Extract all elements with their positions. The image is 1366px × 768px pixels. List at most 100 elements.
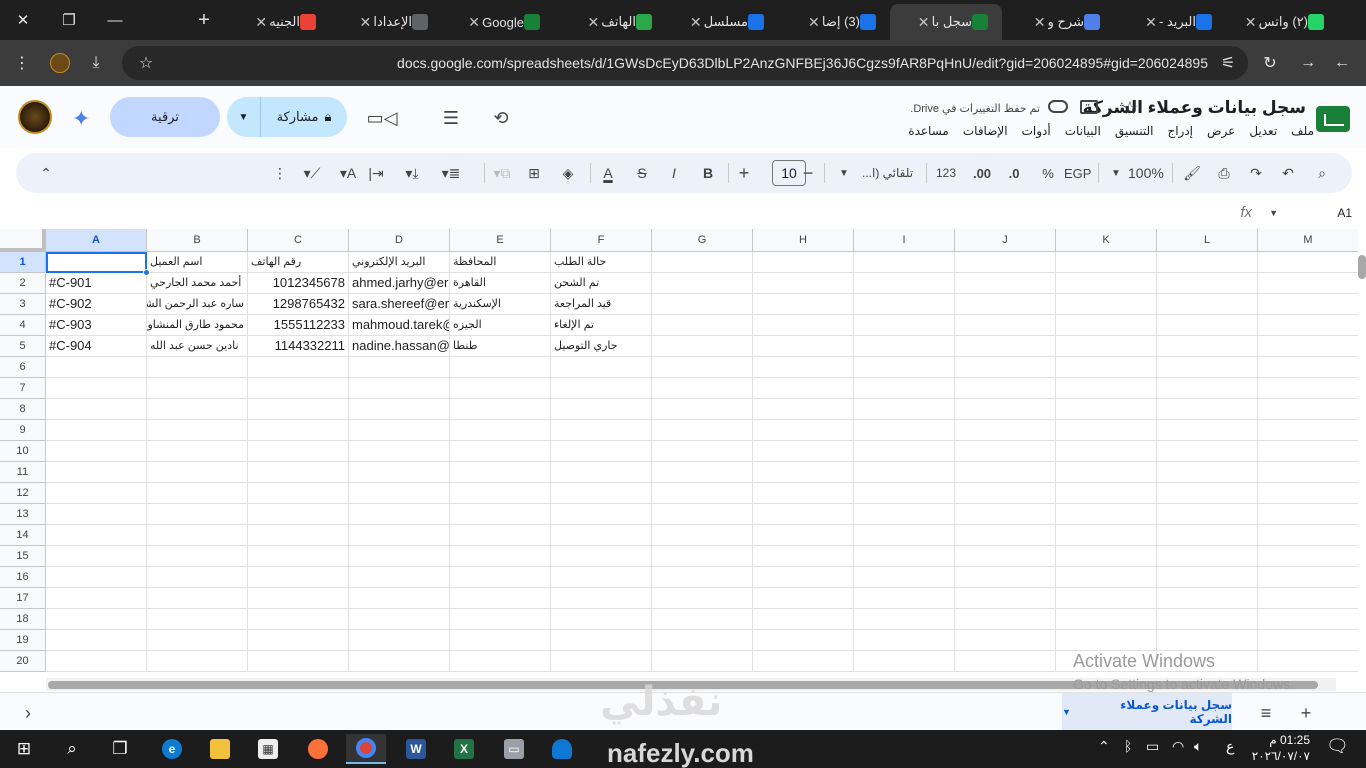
cell-J3[interactable] xyxy=(955,294,1056,315)
cell-I11[interactable] xyxy=(854,462,955,483)
cell-J12[interactable] xyxy=(955,483,1056,504)
cell-J8[interactable] xyxy=(955,399,1056,420)
select-all-corner[interactable] xyxy=(0,229,46,252)
meet-icon[interactable]: ▭◁ xyxy=(367,106,398,130)
row-header[interactable]: 3 xyxy=(0,294,46,315)
cell-C1[interactable]: رقم الهاتف xyxy=(248,252,349,273)
cell-E7[interactable] xyxy=(450,378,551,399)
close-window-button[interactable]: ✕ xyxy=(0,0,46,40)
font-size-increase-icon[interactable]: + xyxy=(734,161,754,185)
cell-C14[interactable] xyxy=(248,525,349,546)
redo-icon[interactable]: ↷ xyxy=(1246,161,1266,185)
cell-H2[interactable] xyxy=(753,273,854,294)
fill-color-icon[interactable]: ◈ xyxy=(558,161,578,185)
cell-G10[interactable] xyxy=(652,441,753,462)
cell-G18[interactable] xyxy=(652,609,753,630)
cell-I9[interactable] xyxy=(854,420,955,441)
cell-G16[interactable] xyxy=(652,567,753,588)
browser-tab[interactable]: البريد - ✕ xyxy=(1114,4,1226,40)
cell-H19[interactable] xyxy=(753,630,854,651)
cell-B4[interactable]: محمود طارق المنشاوي xyxy=(147,315,248,336)
browser-tab[interactable]: الجنيه ✕ xyxy=(218,4,330,40)
word-icon[interactable]: W xyxy=(396,734,436,764)
cell-H18[interactable] xyxy=(753,609,854,630)
browser-tab[interactable]: Google ✕ xyxy=(442,4,554,40)
cell-I5[interactable] xyxy=(854,336,955,357)
cell-I2[interactable] xyxy=(854,273,955,294)
cell-J16[interactable] xyxy=(955,567,1056,588)
cell-J2[interactable] xyxy=(955,273,1056,294)
cell-D16[interactable] xyxy=(349,567,450,588)
minimize-window-button[interactable]: — xyxy=(92,0,138,40)
cell-F8[interactable] xyxy=(551,399,652,420)
cell-D9[interactable] xyxy=(349,420,450,441)
cell-B11[interactable] xyxy=(147,462,248,483)
strikethrough-icon[interactable]: S xyxy=(632,161,652,185)
bookmark-star-icon[interactable]: ☆ xyxy=(134,51,158,75)
column-header[interactable]: A xyxy=(46,229,147,252)
cell-K3[interactable] xyxy=(1056,294,1157,315)
cell-H3[interactable] xyxy=(753,294,854,315)
cell-F11[interactable] xyxy=(551,462,652,483)
scanner-app-icon[interactable]: ▭ xyxy=(494,734,534,764)
close-tab-icon[interactable]: ✕ xyxy=(253,14,269,31)
cell-E6[interactable] xyxy=(450,357,551,378)
cell-C16[interactable] xyxy=(248,567,349,588)
cell-K11[interactable] xyxy=(1056,462,1157,483)
close-tab-icon[interactable]: ✕ xyxy=(806,14,822,31)
cell-L3[interactable] xyxy=(1157,294,1258,315)
more-formats-button[interactable]: 123 xyxy=(936,161,956,185)
row-header[interactable]: 18 xyxy=(0,609,46,630)
cell-A18[interactable] xyxy=(46,609,147,630)
cell-M3[interactable] xyxy=(1258,294,1358,315)
cell-A12[interactable] xyxy=(46,483,147,504)
cell-F9[interactable] xyxy=(551,420,652,441)
sheet-tab-dropdown-icon[interactable]: ▼ xyxy=(1062,707,1071,717)
cell-H9[interactable] xyxy=(753,420,854,441)
cell-J10[interactable] xyxy=(955,441,1056,462)
task-view-icon[interactable]: ❐ xyxy=(100,734,140,764)
text-rotation-icon[interactable]: ▾⟋ xyxy=(302,161,322,185)
cell-I1[interactable] xyxy=(854,252,955,273)
cell-E11[interactable] xyxy=(450,462,551,483)
cell-K8[interactable] xyxy=(1056,399,1157,420)
cell-E1[interactable]: المحافظة xyxy=(450,252,551,273)
profile-avatar[interactable] xyxy=(48,51,72,75)
cell-M5[interactable] xyxy=(1258,336,1358,357)
cell-H12[interactable] xyxy=(753,483,854,504)
cell-L2[interactable] xyxy=(1157,273,1258,294)
cell-A2[interactable]: #C-901 xyxy=(46,273,147,294)
name-box-dropdown-icon[interactable]: ▼ xyxy=(1269,208,1278,218)
cell-C11[interactable] xyxy=(248,462,349,483)
cell-B20[interactable] xyxy=(147,651,248,672)
spreadsheet-grid[interactable]: A B C D E F G H I J K L M 1 اسم العميل رقم الهاتف البريد… xyxy=(0,229,1358,675)
cell-C12[interactable] xyxy=(248,483,349,504)
cell-I4[interactable] xyxy=(854,315,955,336)
text-wrap-icon[interactable]: ▾A xyxy=(338,161,358,185)
cell-M2[interactable] xyxy=(1258,273,1358,294)
cell-F7[interactable] xyxy=(551,378,652,399)
cell-E19[interactable] xyxy=(450,630,551,651)
cell-M18[interactable] xyxy=(1258,609,1358,630)
cell-E16[interactable] xyxy=(450,567,551,588)
windows-start-icon[interactable]: ⊞ xyxy=(4,734,44,764)
row-header[interactable]: 10 xyxy=(0,441,46,462)
cell-L13[interactable] xyxy=(1157,504,1258,525)
cell-I8[interactable] xyxy=(854,399,955,420)
row-header[interactable]: 4 xyxy=(0,315,46,336)
cell-F4[interactable]: تم الإلغاء xyxy=(551,315,652,336)
cell-C3[interactable]: 1298765432 xyxy=(248,294,349,315)
cell-J20[interactable] xyxy=(955,651,1056,672)
bluetooth-icon[interactable]: ᛒ xyxy=(1124,738,1132,754)
cell-K9[interactable] xyxy=(1056,420,1157,441)
cell-F18[interactable] xyxy=(551,609,652,630)
battery-icon[interactable]: ▭ xyxy=(1146,738,1159,755)
restore-window-button[interactable]: ❐ xyxy=(46,0,92,40)
cell-A5[interactable]: #C-904 xyxy=(46,336,147,357)
close-tab-icon[interactable]: ✕ xyxy=(1143,14,1159,31)
row-header[interactable]: 9 xyxy=(0,420,46,441)
cell-J7[interactable] xyxy=(955,378,1056,399)
close-tab-icon[interactable]: ✕ xyxy=(1032,14,1048,31)
menu-item[interactable]: عرض xyxy=(1207,124,1235,138)
close-tab-icon[interactable]: ✕ xyxy=(1243,14,1259,31)
